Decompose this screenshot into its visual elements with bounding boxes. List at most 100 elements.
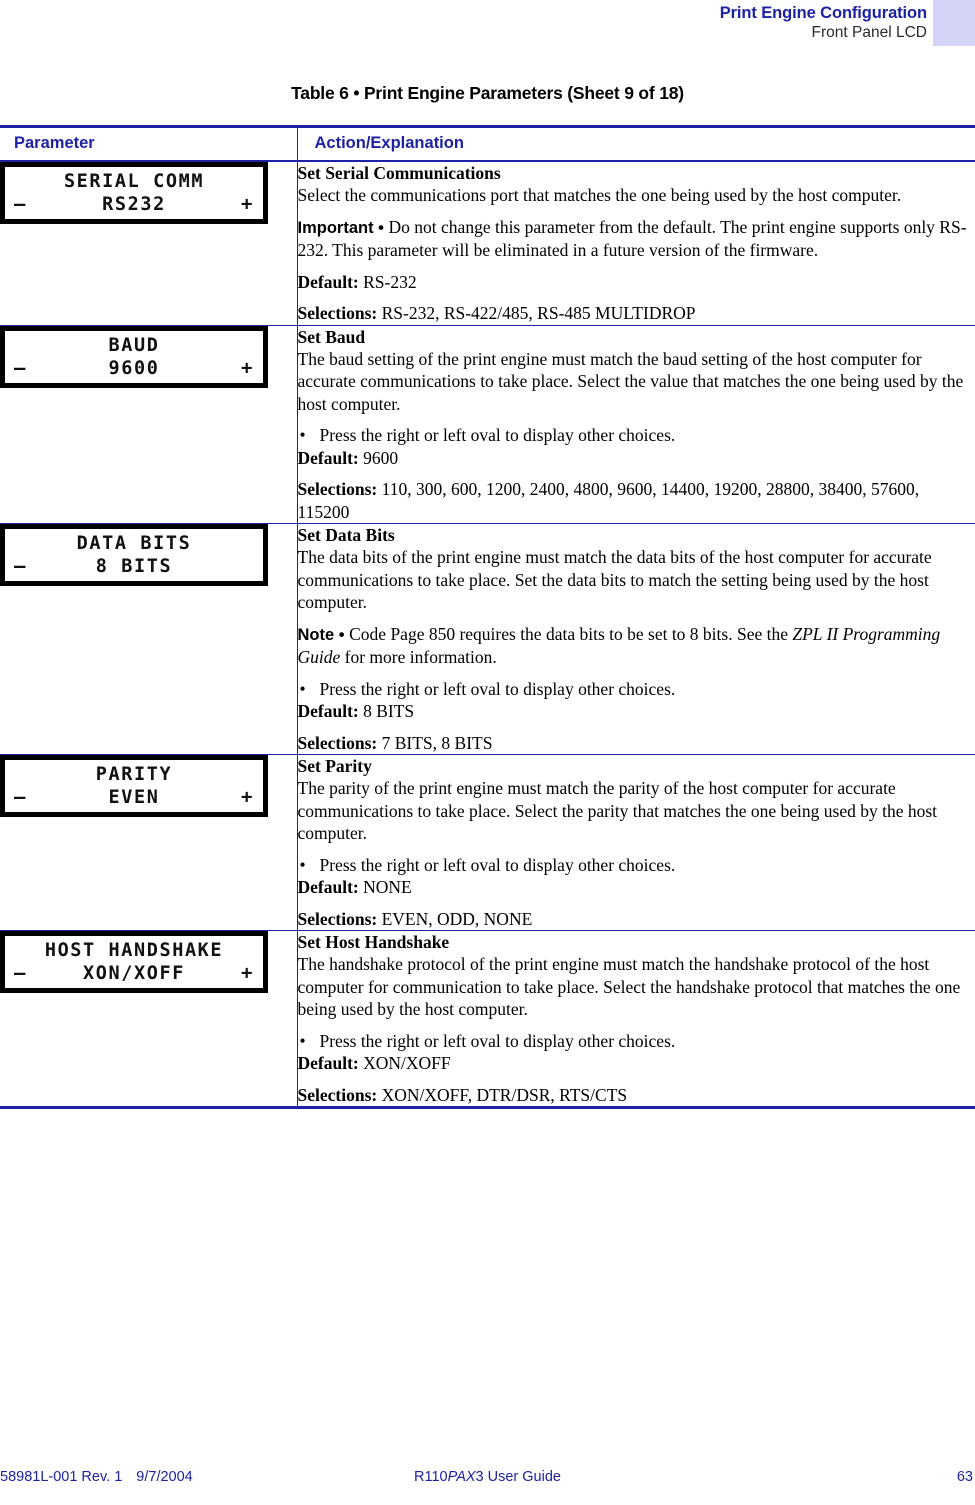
lcd-value-line: 9600	[108, 357, 160, 379]
selections-value: EVEN, ODD, NONE	[381, 908, 533, 929]
action-bullet: • Press the right or left oval to display…	[298, 1030, 975, 1053]
footer-guide-title: R110PAX3 User Guide	[0, 1469, 975, 1485]
action-selections: Selections: XON/XOFF, DTR/DSR, RTS/CTS	[298, 1084, 975, 1107]
bullet-text: Press the right or left oval to display …	[319, 425, 676, 445]
lcd-plus-icon[interactable]: +	[241, 786, 254, 808]
selections-label: Selections:	[297, 303, 378, 323]
print-engine-parameters-table: Parameter Action/Explanation – SERIAL CO…	[0, 125, 975, 1109]
selections-value: RS-232, RS-422/485, RS-485 MULTIDROP	[381, 303, 696, 323]
lcd-display-panel: – BAUD 9600 +	[0, 325, 268, 388]
action-selections: Selections: RS-232, RS-422/485, RS-485 M…	[298, 302, 975, 325]
action-cell: Set Baud The baud setting of the print e…	[296, 325, 975, 524]
header-text-block: Print Engine Configuration Front Panel L…	[720, 0, 927, 42]
bullet-dot-icon: •	[299, 854, 306, 875]
default-label: Default:	[297, 447, 359, 468]
lcd-plus-icon[interactable]: +	[241, 962, 254, 984]
note-label: Important •	[297, 218, 389, 237]
note-text: Do not change this parameter from the de…	[297, 216, 967, 261]
table-row: – BAUD 9600 + Set Baud The baud setting …	[0, 325, 975, 524]
action-selections: Selections: EVEN, ODD, NONE	[298, 908, 975, 931]
lcd-title-line: BAUD	[108, 334, 160, 356]
lcd-display-panel: – PARITY EVEN +	[0, 755, 268, 817]
action-bullet: • Press the right or left oval to display…	[298, 854, 975, 877]
lcd-plus-icon[interactable]: +	[241, 193, 254, 215]
action-default: Default: 8 BITS	[298, 700, 975, 723]
page-header: Print Engine Configuration Front Panel L…	[0, 0, 975, 70]
action-body: The handshake protocol of the print engi…	[297, 954, 961, 1019]
parameter-cell: – HOST HANDSHAKE XON/XOFF +	[0, 931, 297, 1108]
default-value: RS-232	[363, 271, 417, 292]
action-selections: Selections: 110, 300, 600, 1200, 2400, 4…	[298, 478, 975, 523]
note-text-tail: for more information.	[340, 647, 497, 667]
note-label: Note •	[297, 625, 350, 644]
action-heading: Set Data Bits	[297, 525, 395, 545]
action-cell: Set Serial Communications Select the com…	[296, 161, 975, 325]
selections-value: 110, 300, 600, 1200, 2400, 4800, 9600, 1…	[297, 479, 920, 522]
selections-label: Selections:	[297, 1084, 378, 1105]
header-title: Print Engine Configuration	[719, 4, 927, 22]
action-heading: Set Baud	[297, 326, 366, 347]
bullet-text: Press the right or left oval to display …	[319, 1030, 676, 1051]
default-value: 9600	[363, 447, 399, 468]
lcd-display-panel: – HOST HANDSHAKE XON/XOFF +	[0, 931, 268, 993]
parameter-cell: – SERIAL COMM RS232 +	[0, 161, 297, 325]
lcd-display-panel: – SERIAL COMM RS232 +	[0, 162, 268, 224]
default-label: Default:	[297, 701, 359, 721]
default-label: Default:	[297, 271, 359, 292]
bullet-dot-icon: •	[299, 1030, 306, 1051]
lcd-value-line: EVEN	[108, 787, 160, 808]
parameter-cell: – DATA BITS 8 BITS	[0, 524, 297, 755]
table-caption: Table 6 • Print Engine Parameters (Sheet…	[291, 83, 684, 103]
action-selections: Selections: 7 BITS, 8 BITS	[298, 732, 975, 755]
lcd-value-line: RS232	[102, 194, 166, 215]
action-heading: Set Serial Communications	[297, 163, 501, 183]
selections-label: Selections:	[297, 479, 378, 499]
bullet-dot-icon: •	[299, 678, 306, 699]
bullet-text: Press the right or left oval to display …	[319, 678, 676, 699]
action-heading: Set Parity	[297, 756, 372, 776]
lcd-value-line: 8 BITS	[95, 556, 173, 577]
default-label: Default:	[297, 1053, 359, 1073]
lcd-display-panel: – DATA BITS 8 BITS	[0, 524, 268, 586]
default-value: XON/XOFF	[363, 1053, 451, 1073]
action-body: The baud setting of the print engine mus…	[297, 348, 964, 414]
table-header: Parameter Action/Explanation	[0, 126, 975, 161]
table-row: – HOST HANDSHAKE XON/XOFF + Set Host Han…	[0, 930, 975, 1108]
footer-page-number: 63	[956, 1469, 973, 1485]
action-cell: Set Parity The parity of the print engin…	[296, 754, 975, 931]
action-heading: Set Host Handshake	[297, 932, 450, 952]
action-bullet: • Press the right or left oval to display…	[298, 424, 975, 447]
action-body: The parity of the print engine must matc…	[297, 778, 938, 843]
selections-label: Selections:	[297, 732, 378, 753]
default-value: 8 BITS	[363, 701, 415, 721]
lcd-value-line: XON/XOFF	[83, 963, 185, 984]
action-default: Default: NONE	[298, 876, 975, 899]
table-row: – DATA BITS 8 BITS Set Data Bits The dat…	[0, 523, 975, 755]
header-subtitle: Front Panel LCD	[811, 24, 927, 41]
action-note: Important • Do not change this parameter…	[298, 216, 975, 262]
note-text: Code Page 850 requires the data bits to …	[349, 623, 793, 644]
table-row: – PARITY EVEN + Set Parity The parity of…	[0, 754, 975, 931]
lcd-title-line: HOST HANDSHAKE	[44, 940, 224, 961]
action-cell: Set Data Bits The data bits of the print…	[296, 523, 975, 755]
selections-value: 7 BITS, 8 BITS	[381, 732, 493, 753]
action-note: Note • Code Page 850 requires the data b…	[298, 623, 975, 669]
table-header-row: Parameter Action/Explanation	[0, 126, 975, 161]
bullet-text: Press the right or left oval to display …	[319, 854, 676, 875]
lcd-title-line: PARITY	[95, 764, 173, 785]
column-header-parameter: Parameter	[14, 134, 95, 152]
footer-guide-prefix: R110	[414, 1469, 448, 1485]
parameter-cell: – BAUD 9600 +	[0, 325, 297, 524]
action-default: Default: XON/XOFF	[298, 1052, 975, 1075]
table-row: – SERIAL COMM RS232 + Set Serial Communi…	[0, 161, 975, 325]
lcd-plus-icon[interactable]: +	[241, 357, 254, 379]
action-body: Select the communications port that matc…	[297, 185, 902, 205]
footer-guide-suffix: 3 User Guide	[475, 1469, 561, 1485]
selections-label: Selections:	[297, 908, 378, 929]
action-default: Default: 9600	[298, 447, 975, 470]
lcd-title-line: DATA BITS	[76, 533, 192, 554]
default-label: Default:	[297, 877, 359, 897]
header-accent-block	[933, 0, 975, 46]
footer-guide-italic: PAX	[447, 1469, 476, 1485]
parameter-cell: – PARITY EVEN +	[0, 755, 297, 931]
